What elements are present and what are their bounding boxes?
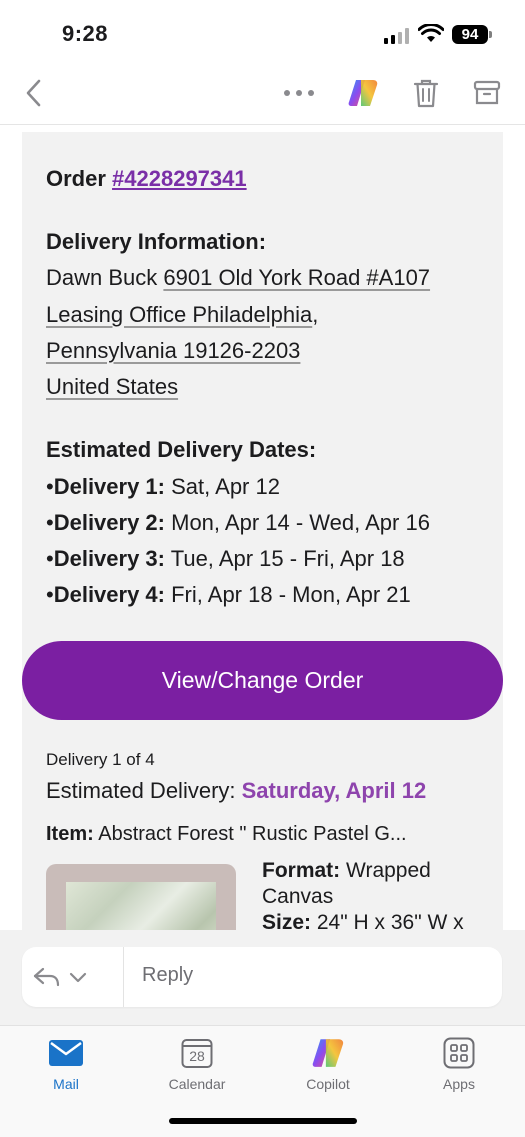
format-value-line-2: Canvas	[262, 885, 334, 908]
mail-icon	[48, 1036, 84, 1070]
format-line: Format: Wrapped	[262, 858, 431, 884]
status-time: 9:28	[62, 21, 109, 46]
reply-icon	[33, 967, 60, 987]
address-comma: ,	[312, 302, 319, 327]
more-icon	[284, 90, 314, 96]
back-button[interactable]	[18, 76, 50, 110]
calendar-day: 28	[189, 1048, 205, 1064]
delivery-label: Delivery 3:	[53, 546, 165, 571]
chevron-down-icon	[69, 972, 87, 983]
order-label: Order	[46, 166, 113, 191]
item-value: Abstract Forest " Rustic Pastel G...	[93, 823, 407, 845]
cellular-signal-icon	[384, 28, 409, 44]
tab-label: Copilot	[306, 1076, 350, 1092]
trash-icon	[413, 79, 439, 108]
tab-mail[interactable]: Mail	[21, 1036, 111, 1106]
address-country-link[interactable]: United States	[46, 374, 178, 399]
address-line-1: Dawn Buck 6901 Old York Road #A107	[46, 260, 430, 296]
view-change-order-button[interactable]: View/Change Order	[22, 641, 503, 720]
estimated-delivery-date: Saturday, April 12	[241, 778, 427, 803]
delivery-row-2: •Delivery 2: Mon, Apr 14 - Wed, Apr 16	[46, 505, 430, 541]
reply-divider	[123, 947, 124, 1007]
copilot-icon	[310, 1036, 346, 1070]
order-line: Order #4228297341	[46, 161, 247, 197]
delivery-row-1: •Delivery 1: Sat, Apr 12	[46, 469, 280, 505]
format-value: Wrapped	[340, 859, 431, 882]
recipient-name: Dawn Buck	[46, 265, 164, 290]
delivery-row-4: •Delivery 4: Fri, Apr 18 - Mon, Apr 21	[46, 577, 411, 613]
address-line-3: Pennsylvania 19126-2203	[46, 333, 300, 369]
delivery-date: Sat, Apr 12	[165, 474, 280, 499]
estimated-delivery-line: Estimated Delivery: Saturday, April 12	[46, 773, 426, 809]
delivery-date: Mon, Apr 14 - Wed, Apr 16	[165, 510, 430, 535]
delivery-label: Delivery 2:	[53, 510, 165, 535]
address-city-link[interactable]: Leasing Office Philadelphia	[46, 302, 312, 327]
bullet: •	[46, 474, 54, 499]
delivery-date: Fri, Apr 18 - Mon, Apr 21	[165, 582, 411, 607]
tab-copilot[interactable]: Copilot	[283, 1036, 373, 1106]
tab-label: Apps	[443, 1076, 475, 1092]
more-button[interactable]	[280, 78, 318, 108]
item-line: Item: Abstract Forest " Rustic Pastel G.…	[46, 816, 407, 852]
archive-button[interactable]	[468, 74, 506, 112]
bullet: •	[46, 546, 54, 571]
format-label: Format:	[262, 859, 341, 882]
reply-options-button[interactable]	[32, 959, 112, 995]
delete-button[interactable]	[408, 74, 444, 112]
message-toolbar	[0, 64, 525, 125]
delivery-row-3: •Delivery 3: Tue, Apr 15 - Fri, Apr 18	[46, 541, 405, 577]
estimated-delivery-label: Estimated Delivery:	[46, 778, 242, 803]
battery-indicator: 94	[452, 25, 488, 44]
item-label: Item:	[46, 823, 94, 845]
copilot-icon	[348, 80, 378, 106]
tab-calendar[interactable]: 28 Calendar	[152, 1036, 242, 1106]
archive-icon	[473, 80, 501, 105]
address-line-4: United States	[46, 369, 178, 405]
tab-apps[interactable]: Apps	[414, 1036, 504, 1106]
bullet: •	[46, 582, 54, 607]
reply-bar: Reply	[22, 947, 502, 1007]
wifi-icon	[418, 24, 444, 42]
tab-label: Calendar	[168, 1076, 226, 1092]
battery-tip	[489, 31, 492, 38]
delivery-label: Delivery 1:	[53, 474, 165, 499]
reply-input[interactable]: Reply	[142, 964, 193, 987]
status-bar: 9:28 94	[0, 0, 525, 64]
address-line-2: Leasing Office Philadelphia,	[46, 297, 318, 333]
address-state-link[interactable]: Pennsylvania 19126-2203	[46, 338, 300, 363]
back-icon	[26, 79, 41, 107]
delivery-date: Tue, Apr 15 - Fri, Apr 18	[165, 546, 405, 571]
apps-grid-icon	[441, 1036, 477, 1070]
estimated-dates-heading: Estimated Delivery Dates:	[46, 437, 317, 462]
bullet: •	[46, 510, 54, 535]
copilot-button[interactable]	[344, 74, 382, 112]
calendar-icon: 28	[179, 1036, 215, 1070]
order-number-link[interactable]: #4228297341	[112, 166, 247, 191]
home-indicator	[169, 1118, 357, 1124]
delivery-label: Delivery 4:	[53, 582, 165, 607]
address-street-link[interactable]: 6901 Old York Road #A107	[163, 265, 430, 290]
delivery-info-heading: Delivery Information:	[46, 229, 267, 254]
tab-label: Mail	[53, 1076, 79, 1092]
